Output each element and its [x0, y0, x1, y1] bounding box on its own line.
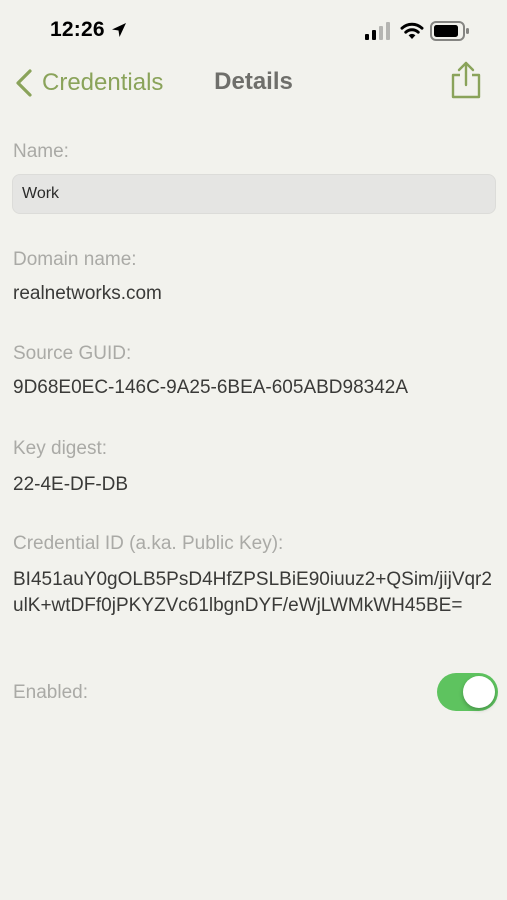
page-title: Details: [214, 68, 293, 95]
enabled-label: Enabled:: [13, 682, 89, 703]
name-input[interactable]: [12, 174, 496, 214]
navigation-bar: Credentials Details: [0, 60, 507, 106]
status-bar: 12:26: [0, 0, 507, 60]
share-icon[interactable]: [449, 60, 483, 100]
cellular-signal-icon: [365, 22, 390, 40]
key-digest-value: 22-4E-DF-DB: [13, 474, 129, 495]
battery-icon: [430, 21, 469, 41]
domain-name-label: Domain name:: [13, 249, 137, 270]
credential-id-label: Credential ID (a.ka. Public Key):: [13, 533, 284, 554]
source-guid-label: Source GUID:: [13, 343, 132, 364]
source-guid-value: 9D68E0EC-146C-9A25-6BEA-605ABD98342A: [13, 377, 409, 398]
location-arrow-icon: [112, 23, 126, 37]
name-label: Name:: [13, 141, 69, 162]
domain-name-value: realnetworks.com: [13, 283, 162, 304]
toggle-knob: [463, 676, 495, 708]
credential-details-screen: 12:26 Credentials Details Name: Work Dom…: [0, 0, 507, 900]
status-time: 12:26: [50, 18, 105, 41]
wifi-icon: [400, 22, 424, 39]
enabled-toggle[interactable]: [437, 673, 498, 711]
key-digest-label: Key digest:: [13, 438, 107, 459]
credential-id-value: BI451auY0gOLB5PsD4HfZPSLBiE90iuuz2+QSim/…: [13, 569, 492, 616]
